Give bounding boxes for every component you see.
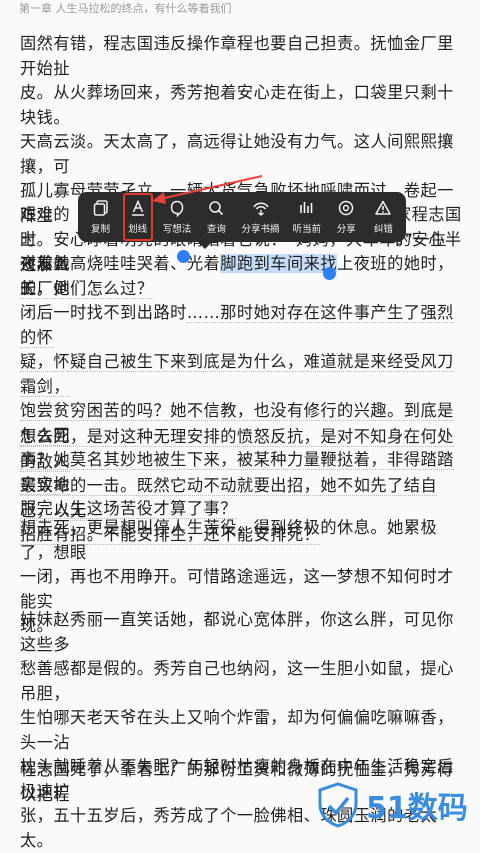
copy-icon xyxy=(93,200,108,216)
text-line: 愁善感都是假的。秀芳自己也纳闷，这一生胆小如鼠，提心吊胆， xyxy=(20,659,454,703)
text-line: 艰难的时 xyxy=(20,205,71,249)
report-error-label: 纠错 xyxy=(373,224,393,235)
share-label: 分享 xyxy=(336,224,356,235)
underlined-text: 想去死，是对这种无理安排的愤怒反抗，是对不知身在何处的敌人 xyxy=(20,427,454,472)
write-thought-button[interactable]: 写想法 xyxy=(161,194,194,240)
selection-toolbar: 复制 划线 写想法 查询 分享书摘 听当前 分享 纠错 xyxy=(78,192,406,242)
text-line: 夜发着高烧哇哇哭着、光着脚跑到车间来找上夜班的她时，工厂倒 xyxy=(20,252,462,301)
selection-start-handle[interactable] xyxy=(177,250,190,263)
underlined-text: 疑，怀疑自己被生下来到底是为什么，难道就是来经受风刀霜剑， xyxy=(20,352,454,397)
lookup-label: 查询 xyxy=(206,224,226,235)
copy-label: 复制 xyxy=(91,224,111,235)
selection-end-handle[interactable] xyxy=(323,267,336,280)
text-line: 生怕哪天老天爷在头上又响个炸雷，却为何偏偏吃嘛嘛香，头一沾 xyxy=(20,708,454,752)
text-line: 闭后一时找不到出路时……那时她对存在这件事产生了强烈的怀 xyxy=(20,301,462,350)
underline-label: 划线 xyxy=(128,224,148,235)
listen-icon xyxy=(300,202,313,213)
text-line: 固然有错，程志国违反操作章程也要自己担责。抚恤金厂里开始扯 xyxy=(20,34,454,78)
underline-button[interactable]: 划线 xyxy=(122,193,153,241)
toolbar-pointer xyxy=(198,242,212,249)
underlined-text: 最致命的一击。既然它动不动就要出招，她不如先了结自己，以无 xyxy=(20,476,438,521)
share-quote-button[interactable]: 分享书摘 xyxy=(240,194,282,240)
watermark-text: 51数码 xyxy=(366,791,468,826)
watermark: 51数码 xyxy=(316,782,468,828)
report-error-button[interactable]: 纠错 xyxy=(369,194,397,240)
search-icon xyxy=(209,201,224,216)
text-line: 疑，怀疑自己被生下来到底是为什么，难道就是来经受风刀霜剑， xyxy=(20,350,462,399)
share-quote-label: 分享书摘 xyxy=(241,224,280,235)
text-line: 一闭，再也不用睁开。可惜路途遥远，这一梦想不知何时才能实 xyxy=(20,567,454,611)
text-line: 妹妹赵秀丽一直笑话她，都说心宽体胖，你这么胖，可见你这些多 xyxy=(20,610,454,654)
share-quote-icon xyxy=(252,202,269,216)
share-icon xyxy=(339,200,354,216)
underline-icon xyxy=(131,199,144,216)
selected-text[interactable]: 脚跑到车间来找 xyxy=(220,254,338,273)
chapter-header: 第一章 人生马拉松的终点，有什么等着我们 xyxy=(19,2,232,15)
listen-label: 听当前 xyxy=(292,224,322,235)
copy-button[interactable]: 复制 xyxy=(87,194,115,240)
listen-button[interactable]: 听当前 xyxy=(291,194,324,240)
text-segment: 夜发着高烧哇哇哭着、光着 xyxy=(20,254,221,273)
share-button[interactable]: 分享 xyxy=(332,194,360,240)
warning-icon xyxy=(375,200,392,215)
text-segment: 闭后一时找不到出路时 xyxy=(20,303,187,322)
thought-icon xyxy=(170,200,184,217)
shield-icon xyxy=(318,782,358,828)
text-line: 皮。从火葬场回来，秀芳抱着安心走在街上，口袋里只剩十块钱。 xyxy=(20,83,454,127)
text-line: 想去死，是对这种无理安排的愤怒反抗，是对不知身在何处的敌人 xyxy=(20,425,462,474)
text-line: 想去死，更是想叫停人生苦役，得到终极的休息。她累极了，想眼 xyxy=(20,518,438,562)
text-line: 天高云淡。天太高了，高远得让她没有力气。这人间熙熙攘攘，可 xyxy=(20,132,454,176)
lookup-button[interactable]: 查询 xyxy=(202,194,230,240)
thought-label: 写想法 xyxy=(162,224,192,235)
